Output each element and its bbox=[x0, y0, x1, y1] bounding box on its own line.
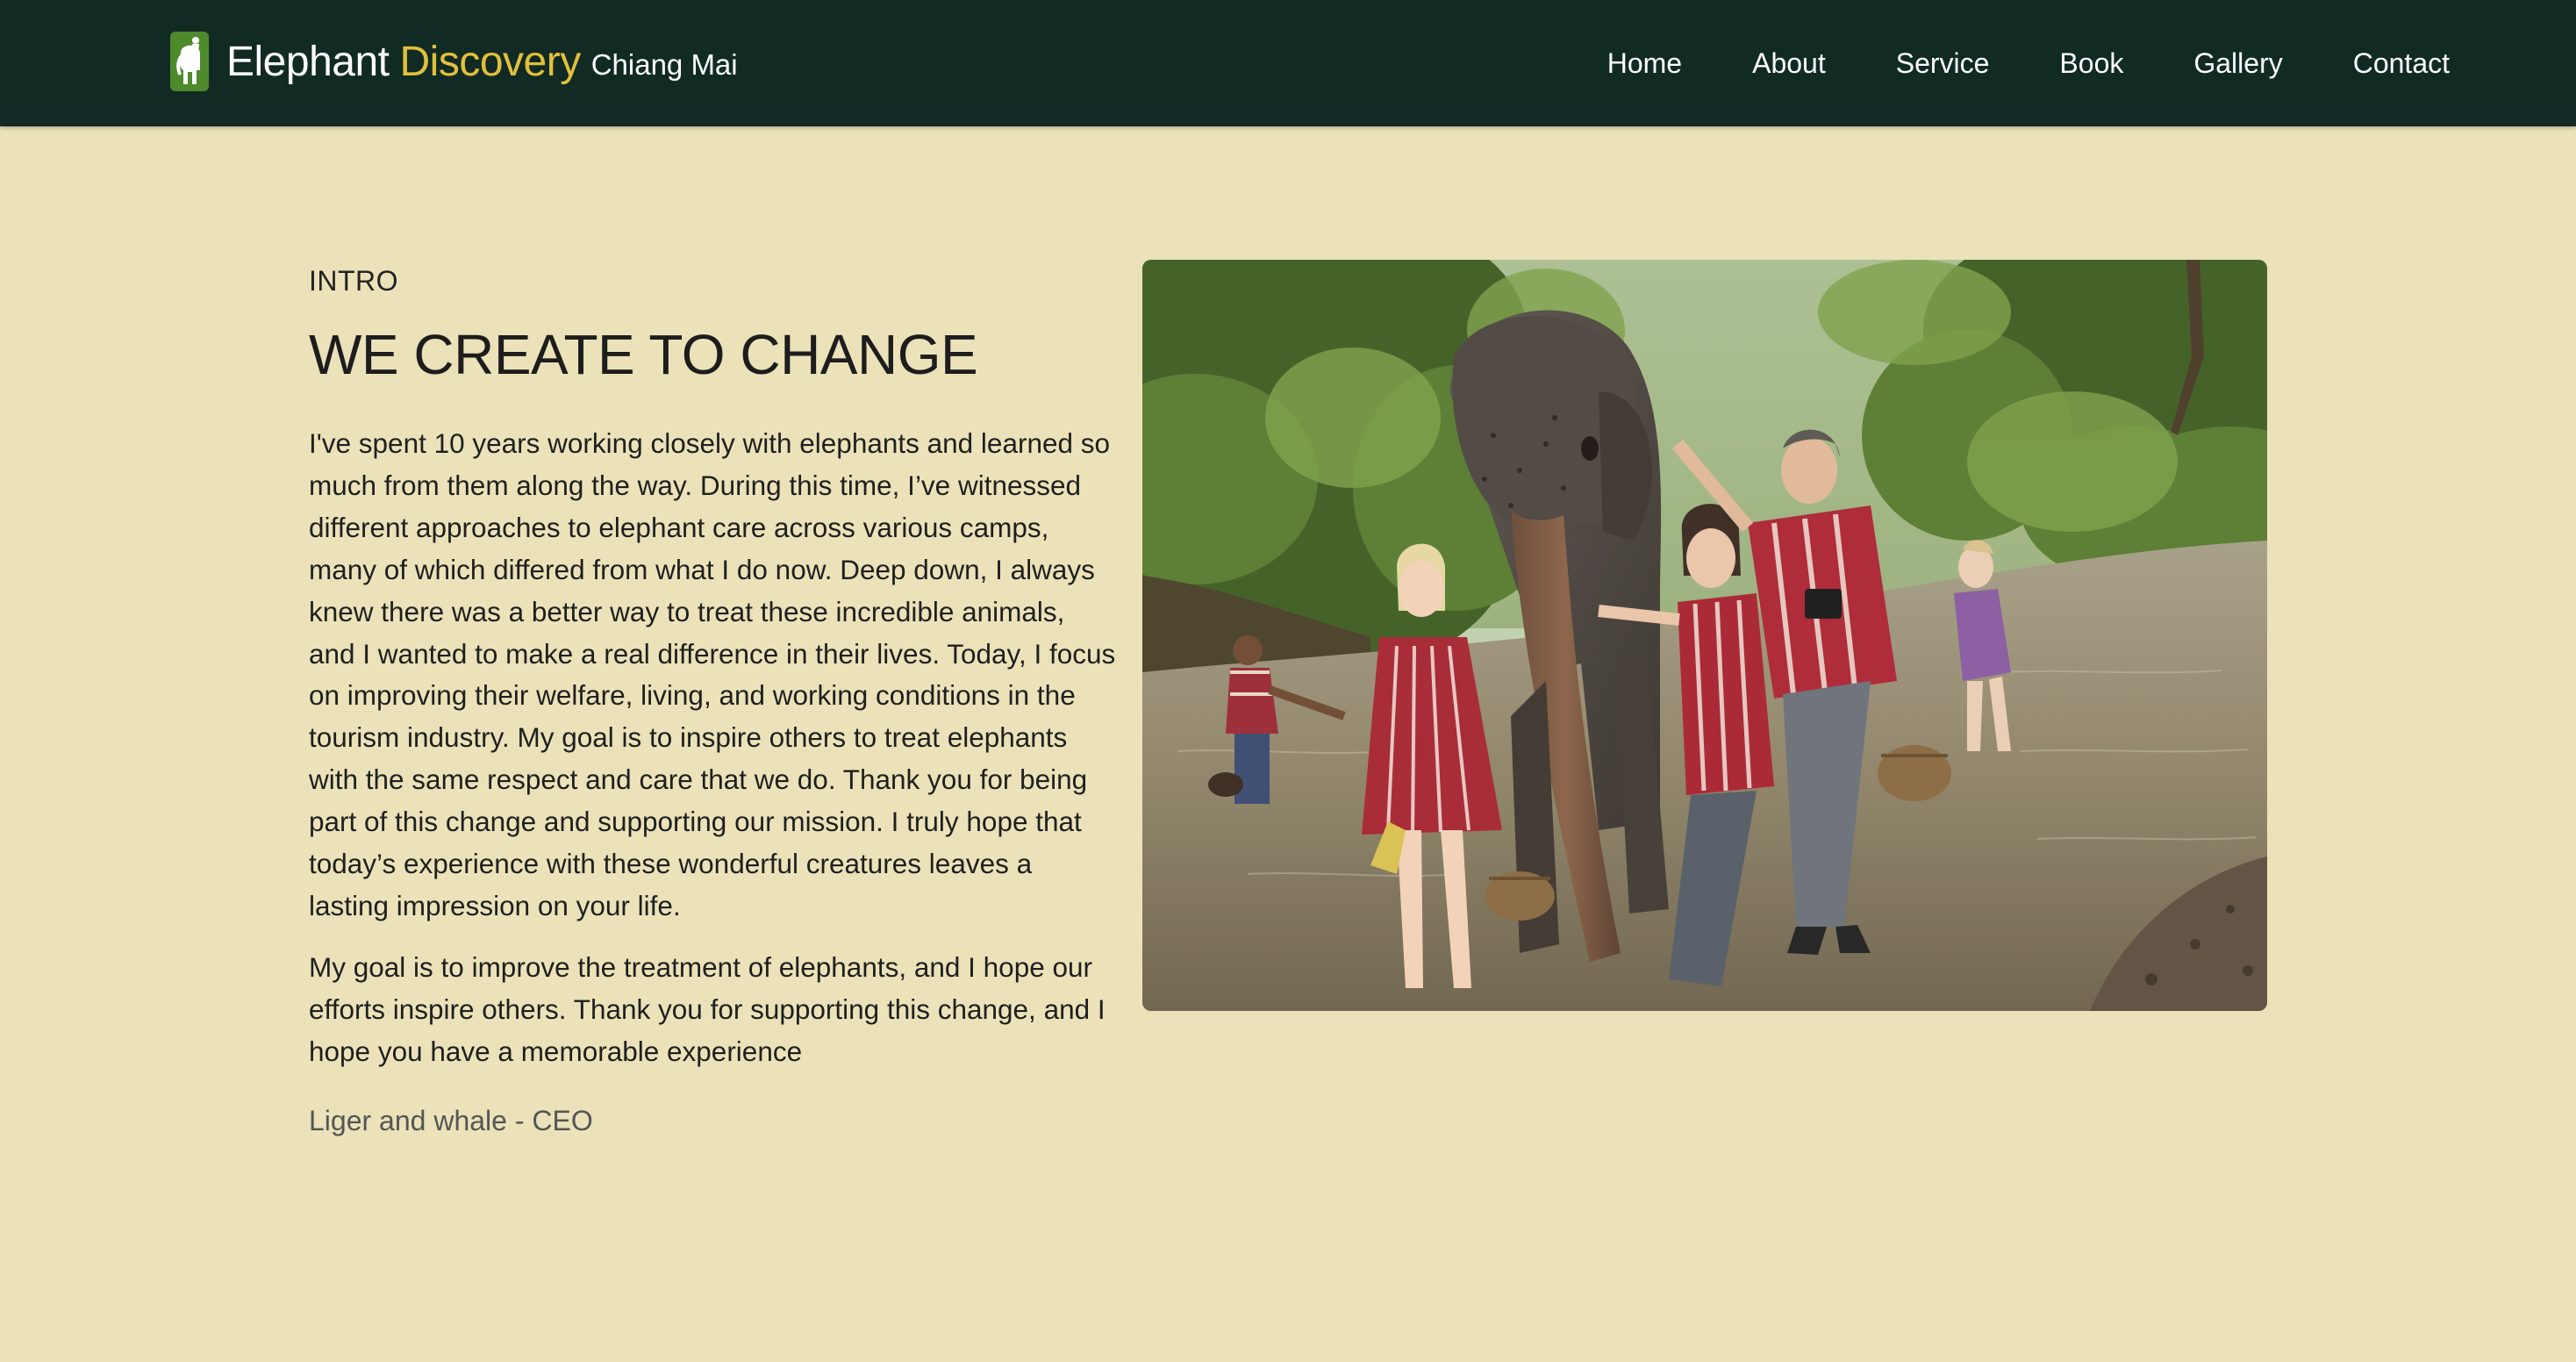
elephant-logo-icon bbox=[170, 32, 209, 91]
author-signature: Liger and whale - CEO bbox=[309, 1104, 593, 1136]
intro-paragraph-2: My goal is to improve the treatment of e… bbox=[309, 950, 1106, 1067]
brand-name-accent: Discovery bbox=[399, 38, 582, 85]
main-nav: Home About Service Book Gallery Contact bbox=[1537, 39, 2450, 88]
nav-contact[interactable]: Contact bbox=[2353, 47, 2450, 80]
brand-location: Chiang Mai bbox=[590, 48, 738, 81]
intro-section: INTRO WE CREATE TO CHANGE I've spent 10 … bbox=[309, 260, 1116, 1142]
brand-name-primary: Elephant bbox=[226, 38, 390, 85]
page-title: WE CREATE TO CHANGE bbox=[309, 323, 978, 386]
site-header: Elephant Discovery Chiang Mai Home About… bbox=[0, 0, 2576, 126]
intro-paragraph-1: I've spent 10 years working closely with… bbox=[309, 427, 1116, 921]
nav-gallery[interactable]: Gallery bbox=[2193, 47, 2282, 80]
brand-logo-link[interactable]: Elephant Discovery Chiang Mai bbox=[167, 26, 738, 97]
section-eyebrow: INTRO bbox=[309, 265, 399, 297]
nav-service[interactable]: Service bbox=[1896, 47, 1990, 80]
nav-book[interactable]: Book bbox=[2059, 47, 2123, 80]
photo-illustration bbox=[1142, 260, 2267, 1011]
nav-about[interactable]: About bbox=[1752, 47, 1826, 80]
nav-home[interactable]: Home bbox=[1607, 47, 1682, 80]
elephant-river-photo bbox=[1142, 260, 2267, 1011]
